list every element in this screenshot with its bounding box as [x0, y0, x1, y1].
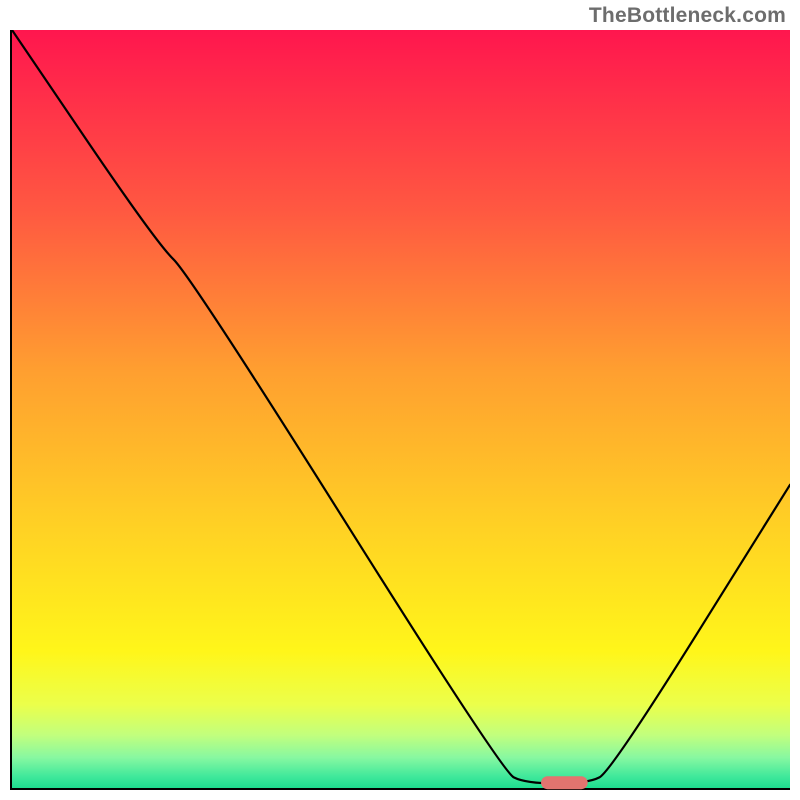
gradient-background: [12, 30, 790, 788]
chart-svg: [10, 30, 790, 790]
watermark-text: TheBottleneck.com: [589, 4, 786, 28]
plot-area: [10, 30, 790, 790]
optimal-range-marker: [541, 776, 588, 789]
chart-stage: TheBottleneck.com: [0, 0, 800, 800]
